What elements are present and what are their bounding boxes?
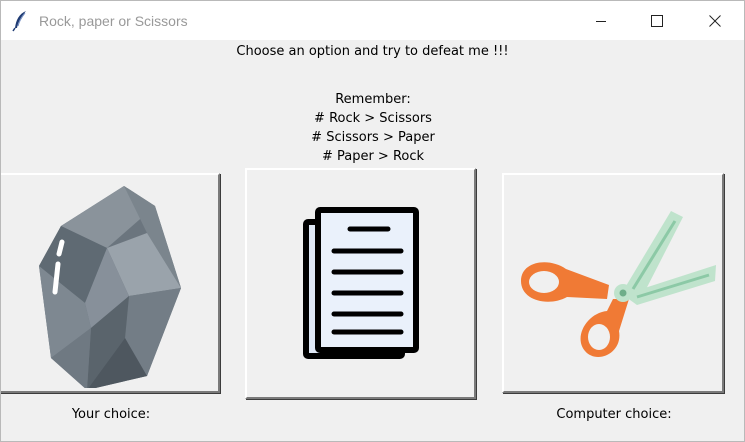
scissors-icon	[520, 211, 716, 358]
rules-line: # Paper > Rock	[321, 149, 425, 164]
rock-icon	[38, 186, 181, 388]
paper-button[interactable]	[245, 168, 476, 399]
rules-line: Remember:	[335, 92, 411, 107]
instruction-text: Choose an option and try to defeat me !!…	[236, 44, 509, 59]
close-icon	[709, 14, 721, 27]
rules-text: Remember: # Rock > Scissors # Scissors >…	[251, 90, 495, 166]
minimize-icon	[596, 20, 606, 22]
rules-line: # Rock > Scissors	[314, 111, 432, 126]
maximize-icon	[651, 14, 663, 27]
rock-button[interactable]	[1, 173, 220, 393]
paper-icon	[302, 206, 419, 359]
close-button[interactable]	[686, 1, 744, 40]
main-content: Choose an option and try to defeat me !!…	[1, 40, 744, 441]
scissors-button[interactable]	[502, 173, 724, 393]
feather-icon	[12, 10, 26, 31]
your-choice-label: Your choice:	[71, 407, 151, 422]
title-bar[interactable]: Rock, paper or Scissors	[1, 1, 744, 40]
rules-line: # Scissors > Paper	[311, 130, 435, 145]
minimize-button[interactable]	[572, 1, 630, 40]
window-title: Rock, paper or Scissors	[39, 12, 188, 29]
maximize-button[interactable]	[628, 1, 686, 40]
app-window: Rock, paper or Scissors Choose an option…	[0, 0, 745, 442]
computer-choice-label: Computer choice:	[556, 407, 672, 422]
